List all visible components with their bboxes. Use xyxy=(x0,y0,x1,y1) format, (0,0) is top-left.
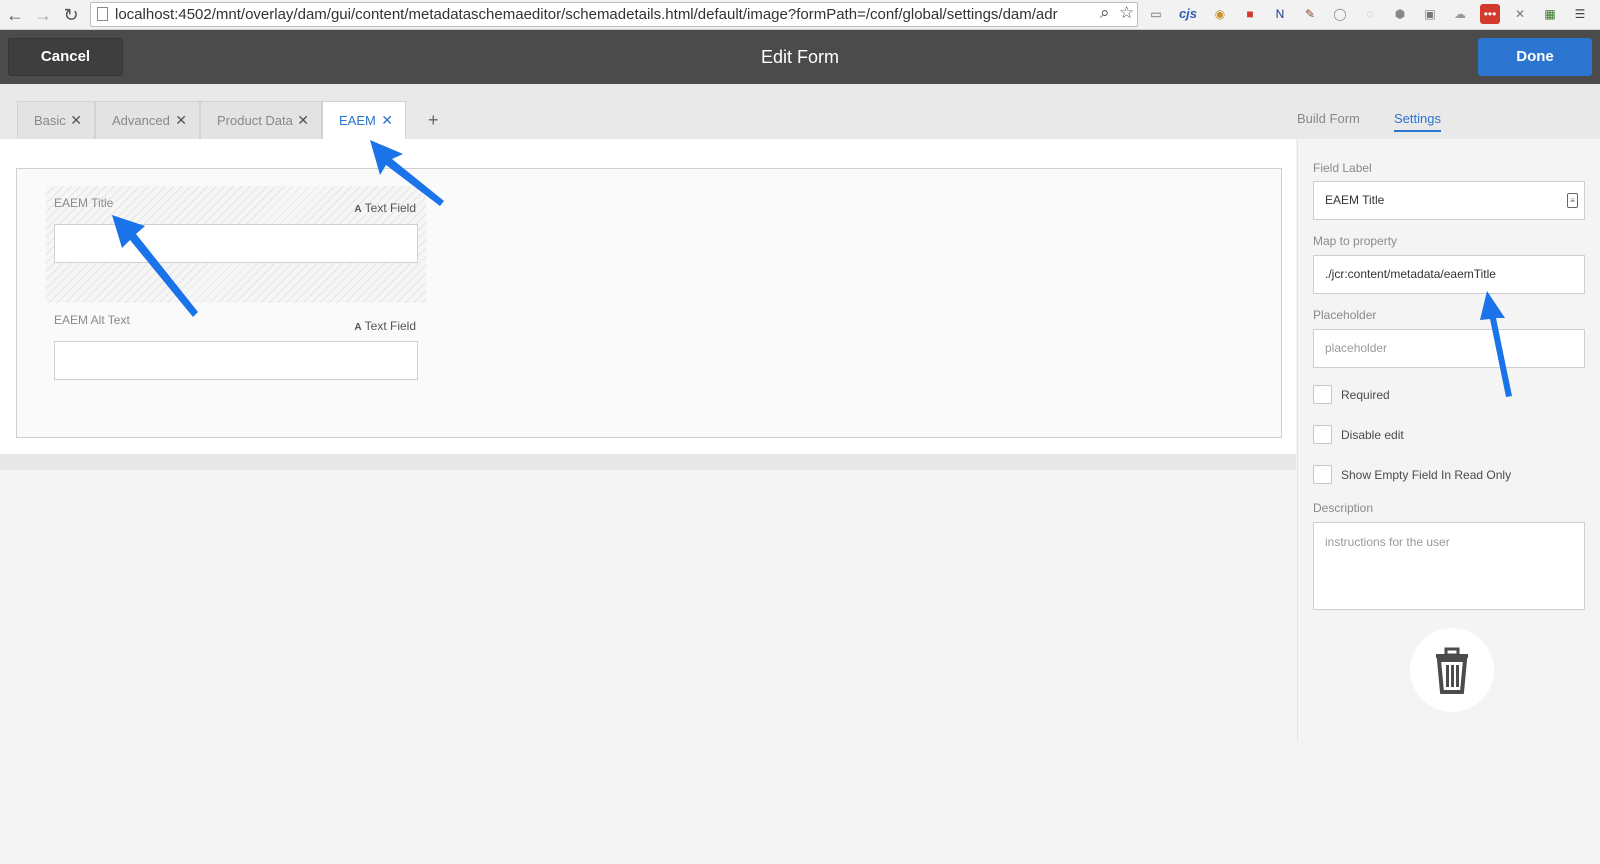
form-panel-footer xyxy=(0,454,1296,470)
tab-advanced[interactable]: Advanced ✕ xyxy=(95,101,200,139)
tab-label: Basic xyxy=(34,113,66,128)
form-field-eaem-alt-text[interactable]: EAEM Alt Text A Text Field xyxy=(46,304,426,384)
cjs-icon[interactable]: cjs xyxy=(1176,4,1200,24)
text-field-icon: A xyxy=(354,322,362,333)
cancel-button[interactable]: Cancel xyxy=(8,38,123,76)
tab-build-form[interactable]: Build Form xyxy=(1297,111,1360,126)
close-icon[interactable]: ✕ xyxy=(381,102,393,139)
page-title: Edit Form xyxy=(760,47,839,67)
description-textarea[interactable]: instructions for the user xyxy=(1313,522,1585,610)
extension-icon-6[interactable]: ⬢ xyxy=(1390,4,1410,24)
extension-icon-1[interactable]: ◉ xyxy=(1210,4,1230,24)
back-icon[interactable]: ← xyxy=(4,4,26,26)
field-label: EAEM Title xyxy=(54,196,114,210)
extension-icon-9[interactable]: ✕ xyxy=(1510,4,1530,24)
close-icon[interactable]: ✕ xyxy=(70,102,82,139)
tab-basic[interactable]: Basic ✕ xyxy=(17,101,95,139)
map-property-title: Map to property xyxy=(1313,234,1398,248)
pen-icon[interactable]: ✎ xyxy=(1300,4,1320,24)
extension-icon-2[interactable]: ■ xyxy=(1240,4,1260,24)
required-label: Required xyxy=(1341,388,1390,402)
field-type-label: Text Field xyxy=(364,319,416,333)
field-input-preview[interactable] xyxy=(54,341,418,380)
tab-label: Product Data xyxy=(217,113,293,128)
done-button[interactable]: Done xyxy=(1478,38,1592,76)
page-icon xyxy=(97,7,108,21)
tab-label: EAEM xyxy=(339,113,376,128)
extension-icons: ▭ cjs ◉ ■ N ✎ ◯ ◌ ⬢ ▣ ☁ ••• ✕ ▦ ☰ xyxy=(1146,4,1590,26)
show-empty-checkbox[interactable] xyxy=(1313,465,1332,484)
browser-toolbar: ← → ↻ localhost:4502/mnt/overlay/dam/gui… xyxy=(0,0,1600,30)
disable-edit-label: Disable edit xyxy=(1341,428,1404,442)
extension-icon-10[interactable]: ▦ xyxy=(1540,4,1560,24)
extension-icon-3[interactable]: N xyxy=(1270,4,1290,24)
form-field-eaem-title[interactable]: EAEM Title A Text Field xyxy=(46,186,426,303)
field-type: A Text Field xyxy=(354,319,416,333)
close-icon[interactable]: ✕ xyxy=(297,102,309,139)
text-field-icon: A xyxy=(354,204,362,215)
menu-icon[interactable]: ☰ xyxy=(1570,4,1590,24)
bookmark-star-icon[interactable]: ☆ xyxy=(1119,3,1134,23)
description-title: Description xyxy=(1313,501,1374,515)
trash-icon xyxy=(1436,647,1468,694)
extension-icon-5[interactable]: ◌ xyxy=(1360,4,1380,24)
field-type-label: Text Field xyxy=(364,201,416,215)
delete-field-button[interactable] xyxy=(1410,628,1494,712)
field-type: A Text Field xyxy=(354,201,416,215)
extension-icon-8[interactable]: ••• xyxy=(1480,4,1500,24)
placeholder-input[interactable]: placeholder xyxy=(1313,329,1585,368)
field-label: EAEM Alt Text xyxy=(54,313,130,327)
field-label-input[interactable]: EAEM Title xyxy=(1313,181,1585,220)
tab-label: Advanced xyxy=(112,113,170,128)
app-header: Edit Form Cancel Done xyxy=(0,30,1600,84)
tab-product-data[interactable]: Product Data ✕ xyxy=(200,101,322,139)
field-label-title: Field Label xyxy=(1313,161,1372,175)
tab-eaem[interactable]: EAEM ✕ xyxy=(322,101,406,140)
reload-icon[interactable]: ↻ xyxy=(60,4,82,26)
placeholder-title: Placeholder xyxy=(1313,308,1377,322)
show-empty-label: Show Empty Field In Read Only xyxy=(1341,468,1512,482)
tab-settings[interactable]: Settings xyxy=(1394,111,1441,132)
add-tab-button[interactable]: + xyxy=(428,110,439,131)
close-icon[interactable]: ✕ xyxy=(175,102,187,139)
field-input-preview[interactable] xyxy=(54,224,418,263)
required-checkbox[interactable] xyxy=(1313,385,1332,404)
extension-icon-4[interactable]: ◯ xyxy=(1330,4,1350,24)
address-url: localhost:4502/mnt/overlay/dam/gui/conte… xyxy=(115,6,1058,23)
map-property-input[interactable]: ./jcr:content/metadata/eaemTitle xyxy=(1313,255,1585,294)
address-bar[interactable]: localhost:4502/mnt/overlay/dam/gui/conte… xyxy=(90,2,1138,27)
field-picker-icon[interactable]: ≡ xyxy=(1567,193,1578,208)
forward-icon[interactable]: → xyxy=(32,4,54,26)
cast-icon[interactable]: ▭ xyxy=(1146,4,1166,24)
zoom-icon[interactable]: ⌕ xyxy=(1100,3,1110,23)
cloud-icon[interactable]: ☁ xyxy=(1450,4,1470,24)
disable-edit-checkbox[interactable] xyxy=(1313,425,1332,444)
extension-icon-7[interactable]: ▣ xyxy=(1420,4,1440,24)
